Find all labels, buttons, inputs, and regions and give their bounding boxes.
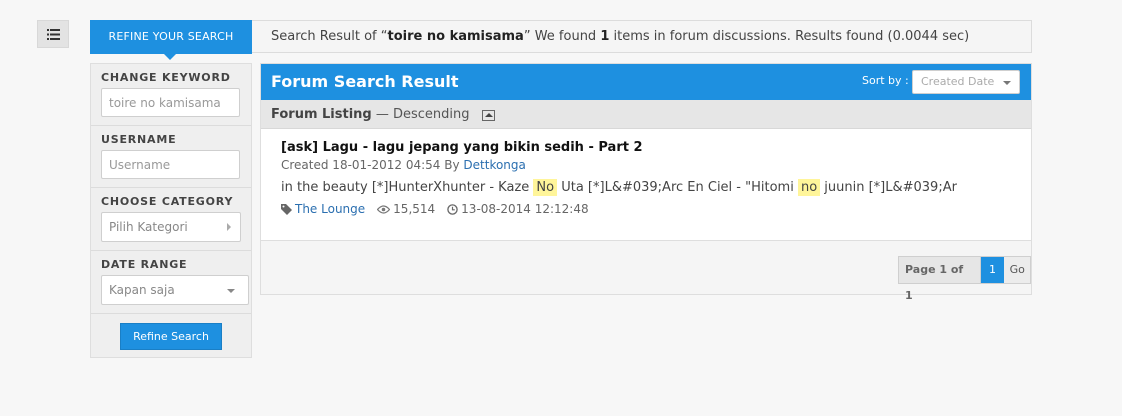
clock-icon (447, 203, 458, 215)
go-button[interactable]: Go (1004, 257, 1031, 283)
keyword-label: CHANGE KEYWORD (101, 71, 231, 84)
category-label: CHOOSE CATEGORY (101, 195, 234, 208)
chevron-down-icon (1003, 81, 1011, 85)
eye-icon (377, 204, 391, 214)
result-summary: Search Result of “toire no kamisama” We … (271, 21, 969, 52)
chevron-right-icon (227, 223, 231, 231)
forum-result-panel: Forum Search Result Sort by : Created Da… (260, 63, 1032, 302)
tag-group: The Lounge (281, 202, 365, 216)
date-range-select[interactable]: Kapan saja (101, 275, 249, 305)
last-post-date: 13-08-2014 12:12:48 (461, 202, 589, 216)
views-group: 15,514 (377, 202, 435, 216)
username-input[interactable] (101, 150, 240, 179)
thread-excerpt: in the beauty [*]HunterXhunter - Kaze No… (281, 179, 1011, 196)
panel-header: Forum Search Result Sort by : Created Da… (261, 64, 1031, 100)
refine-search-button[interactable]: Refine Search (120, 323, 222, 350)
keyword-highlight: No (533, 179, 558, 196)
collapse-icon[interactable] (481, 110, 495, 121)
sort-label: Sort by : (862, 74, 909, 87)
listing-label: Forum Listing (271, 107, 372, 122)
username-label: USERNAME (101, 133, 177, 146)
listing-order: — Descending (371, 107, 470, 122)
excerpt-part: juunin [*]L&#039;Ar (820, 180, 957, 195)
excerpt-part: Uta [*]L&#039;Arc En Ciel - "Hitomi (557, 180, 798, 195)
keyword-section: CHANGE KEYWORD (91, 64, 251, 126)
view-count: 15,514 (393, 202, 436, 216)
summary-prefix: Search Result of “ (271, 29, 388, 44)
excerpt-part: in the beauty [*]HunterXhunter - Kaze (281, 180, 534, 195)
thread-title-link[interactable]: [ask] Lagu - lagu jepang yang bikin sedi… (281, 140, 1011, 155)
username-section: USERNAME (91, 126, 251, 188)
summary-suffix: items in forum discussions. Results foun… (609, 29, 970, 44)
list-item: [ask] Lagu - lagu jepang yang bikin sedi… (261, 129, 1031, 241)
search-summary-bar: REFINE YOUR SEARCH Search Result of “toi… (90, 20, 1032, 60)
search-query: toire no kamisama (387, 29, 524, 44)
created-info: Created 18-01-2012 04:54 By (281, 158, 464, 172)
sort-value: Created Date (921, 75, 995, 88)
tag-icon (281, 203, 292, 215)
chevron-down-icon (227, 289, 235, 293)
category-select[interactable]: Pilih Kategori (101, 212, 241, 242)
author-link[interactable]: Dettkonga (463, 158, 525, 172)
date-range-section: DATE RANGE Kapan saja (91, 251, 251, 314)
panel-title: Forum Search Result (271, 72, 459, 91)
date-range-value: Kapan saja (109, 283, 175, 297)
thread-stats: The Lounge 15,514 13-08-2014 12:12:48 (281, 202, 1011, 216)
refine-sidebar: CHANGE KEYWORD USERNAME CHOOSE CATEGORY … (90, 63, 252, 358)
page-info: Page 1 of 1 (899, 257, 981, 302)
category-value: Pilih Kategori (109, 220, 188, 234)
page-1-button[interactable]: 1 (980, 257, 1005, 283)
category-tag-link[interactable]: The Lounge (295, 202, 365, 216)
list-icon (46, 28, 60, 40)
pagination: Page 1 of 1 1 Go (898, 256, 1031, 302)
keyword-input[interactable] (101, 88, 240, 117)
summary-mid: ” We found (523, 29, 601, 44)
date-range-label: DATE RANGE (101, 258, 188, 271)
refine-search-tab[interactable]: REFINE YOUR SEARCH (90, 20, 252, 60)
thread-meta: Created 18-01-2012 04:54 By Dettkonga (281, 158, 1011, 172)
sort-select[interactable]: Created Date (912, 70, 1020, 94)
category-section: CHOOSE CATEGORY Pilih Kategori (91, 188, 251, 251)
result-count: 1 (600, 29, 610, 44)
listing-bar: Forum Listing — Descending (261, 100, 1031, 129)
refine-button-wrap: Refine Search (91, 314, 251, 359)
keyword-highlight: no (797, 179, 821, 196)
menu-toggle-button[interactable] (37, 20, 69, 48)
date-group: 13-08-2014 12:12:48 (447, 202, 589, 216)
